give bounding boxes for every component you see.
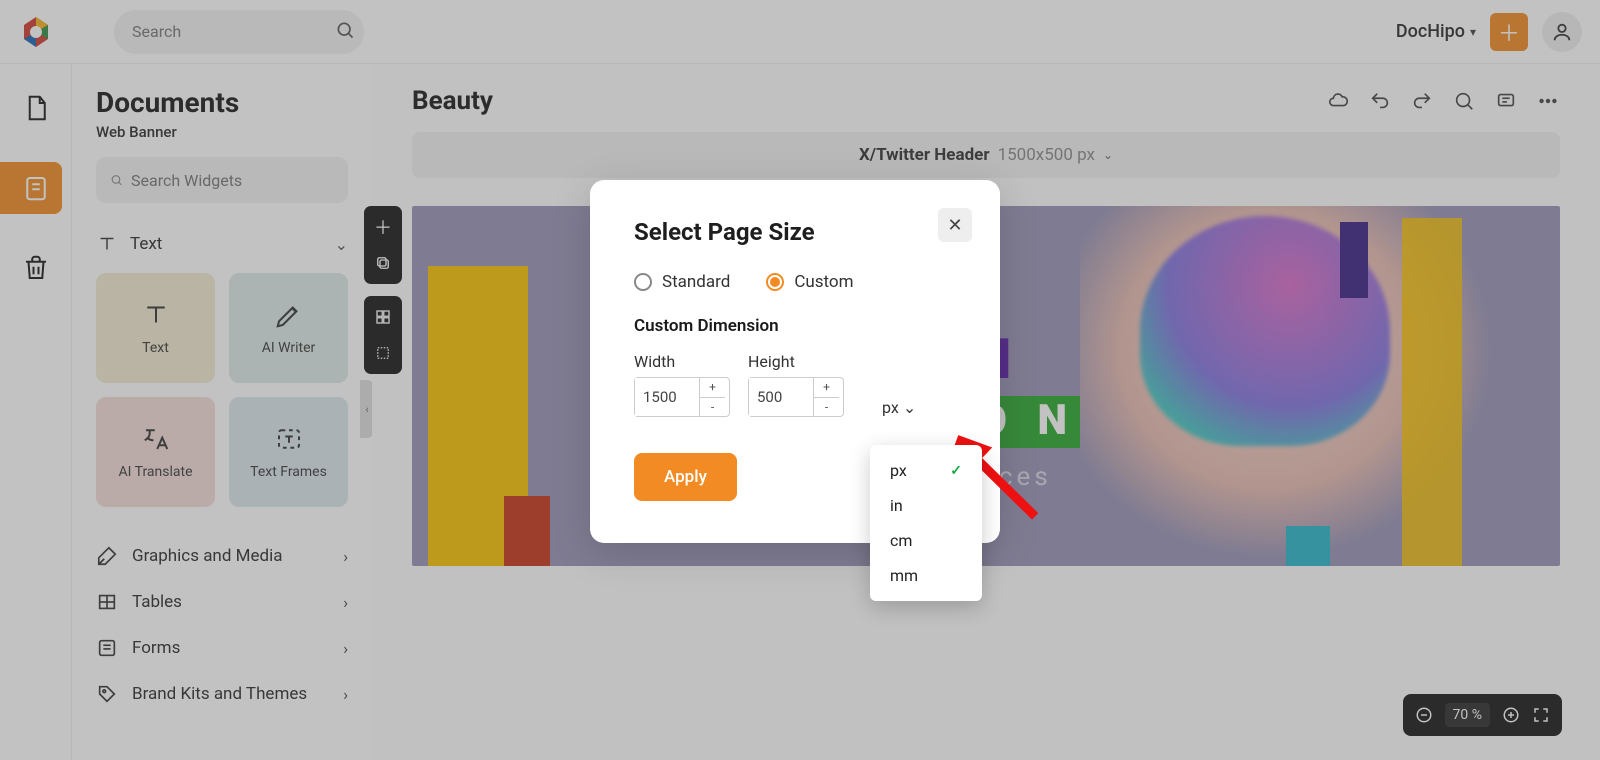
unit-option-label: px xyxy=(890,461,907,480)
unit-selector[interactable]: px ⌄ xyxy=(882,398,916,417)
unit-option-cm[interactable]: cm xyxy=(870,523,982,558)
height-label: Height xyxy=(748,352,844,371)
width-input[interactable] xyxy=(635,378,699,416)
unit-option-label: in xyxy=(890,496,903,515)
radio-standard-label: Standard xyxy=(662,272,730,292)
modal-close-button[interactable]: ✕ xyxy=(938,208,972,242)
width-step-up[interactable]: + xyxy=(700,378,725,398)
close-icon: ✕ xyxy=(947,215,962,236)
width-label: Width xyxy=(634,352,730,371)
modal-title: Select Page Size xyxy=(634,218,956,246)
check-icon: ✓ xyxy=(950,463,962,479)
radio-custom-label: Custom xyxy=(794,272,853,292)
unit-option-label: cm xyxy=(890,531,912,550)
radio-icon xyxy=(634,273,652,291)
width-step-down[interactable]: - xyxy=(700,398,725,417)
height-step-up[interactable]: + xyxy=(814,378,839,398)
unit-option-px[interactable]: px ✓ xyxy=(870,453,982,488)
height-step-down[interactable]: - xyxy=(814,398,839,417)
unit-dropdown-menu: px ✓ in cm mm xyxy=(870,445,982,601)
unit-selected-label: px xyxy=(882,398,899,417)
height-input-wrap: + - xyxy=(748,377,844,417)
radio-icon xyxy=(766,273,784,291)
apply-button[interactable]: Apply xyxy=(634,453,737,501)
custom-dimension-label: Custom Dimension xyxy=(634,316,956,336)
unit-option-in[interactable]: in xyxy=(870,488,982,523)
chevron-down-icon: ⌄ xyxy=(903,398,916,417)
radio-standard[interactable]: Standard xyxy=(634,272,730,292)
unit-option-mm[interactable]: mm xyxy=(870,558,982,593)
unit-option-label: mm xyxy=(890,566,918,585)
width-input-wrap: + - xyxy=(634,377,730,417)
height-input[interactable] xyxy=(749,378,813,416)
radio-custom[interactable]: Custom xyxy=(766,272,853,292)
